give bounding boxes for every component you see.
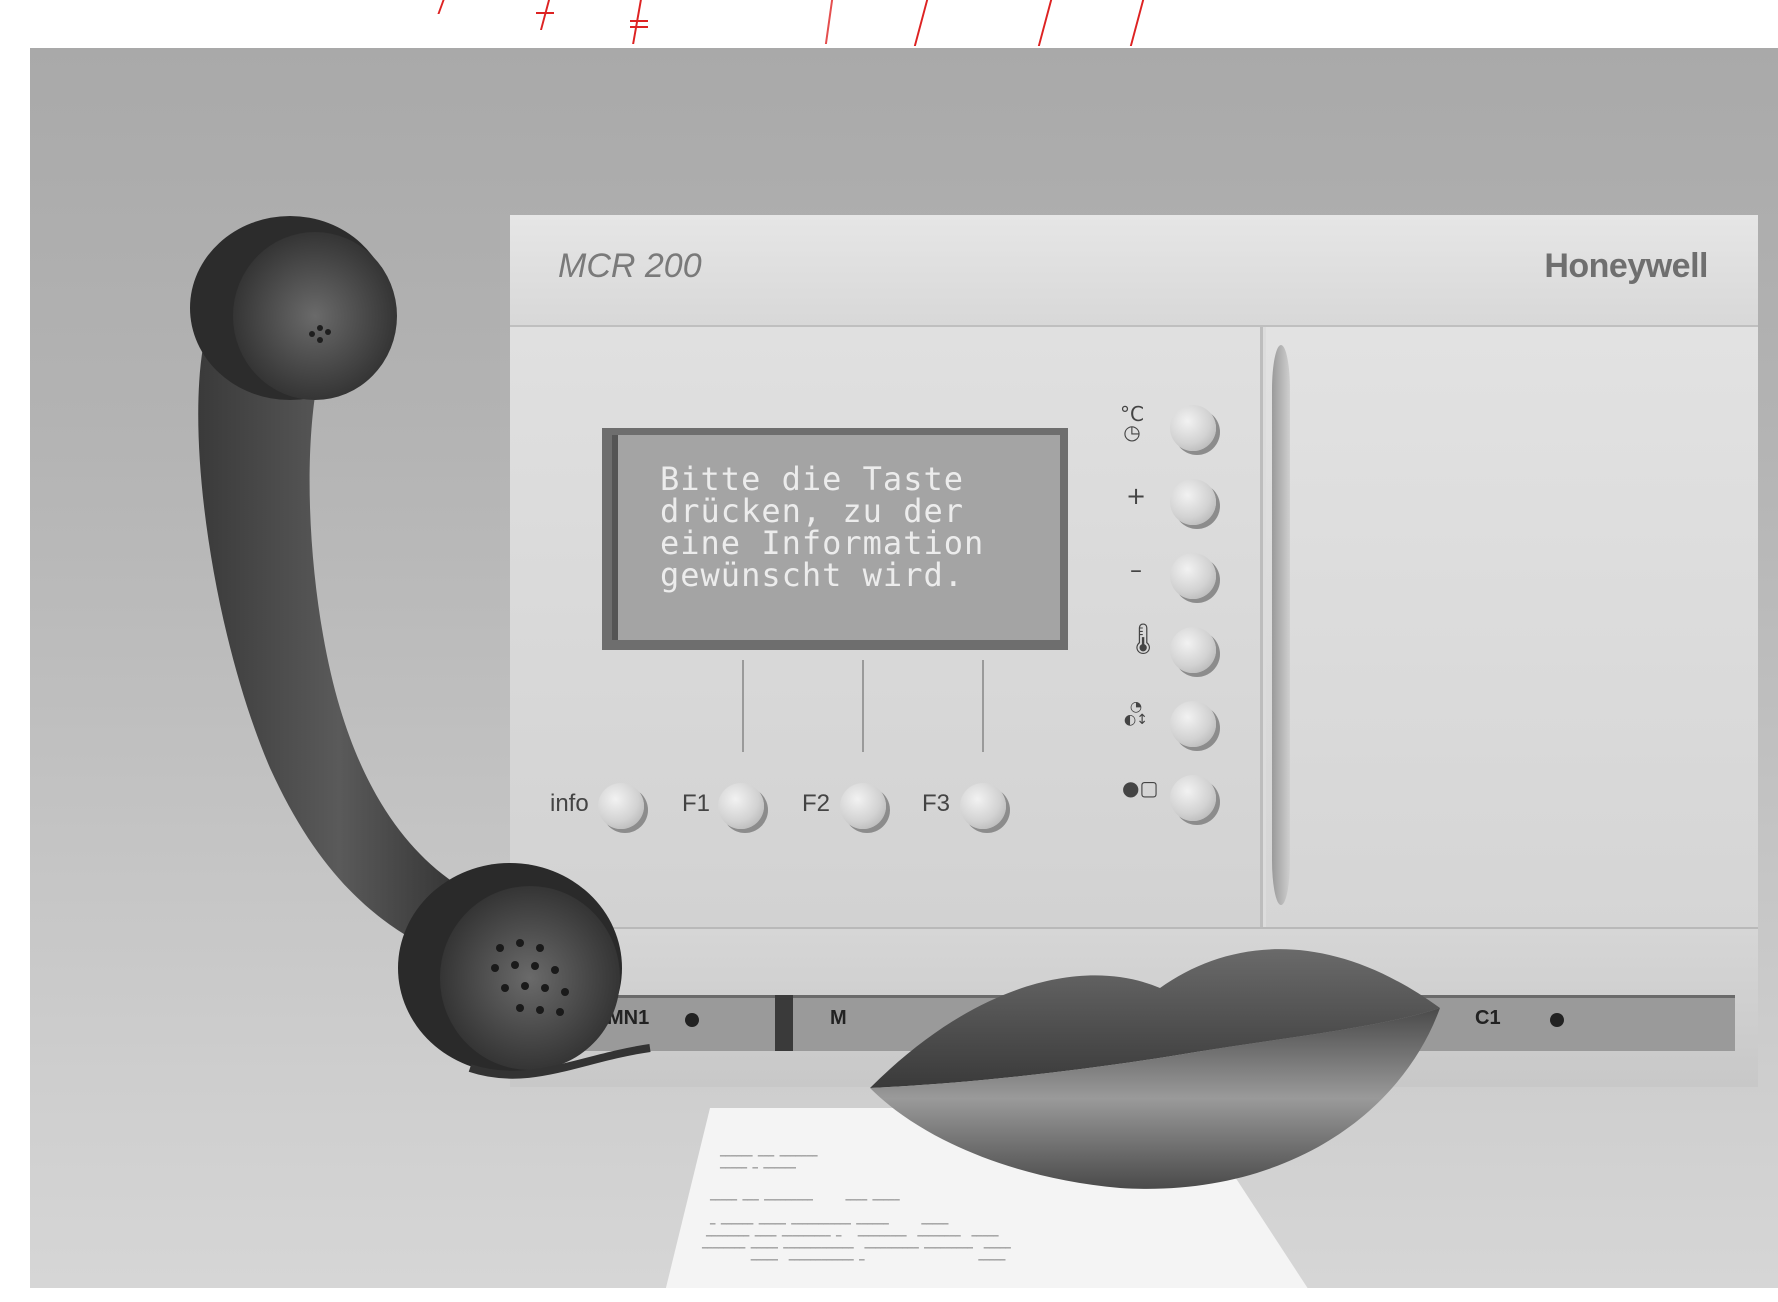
red-tick [824, 0, 834, 44]
plus-button[interactable] [1170, 479, 1216, 525]
printout-scribble: ────── ─── ─────── [720, 1152, 818, 1162]
lcd-line: drücken, zu der [660, 492, 964, 530]
device-header: MCR 200 Honeywell [510, 215, 1758, 327]
red-tick [536, 12, 554, 14]
lcd-text: Bitte die Taste drücken, zu der eine Inf… [660, 463, 1040, 591]
printout-scribble: ──────── ───── ───────────── ────────── … [702, 1244, 1011, 1254]
module-label-middle: M [830, 1007, 847, 1029]
red-tick [630, 20, 648, 22]
door-handle [1272, 345, 1290, 905]
cover-door [1266, 327, 1758, 927]
plus-label: + [1125, 482, 1147, 510]
f2-label: F2 [802, 790, 831, 817]
telephone-handset-image [190, 216, 651, 1079]
program-icon: ●▢ [1122, 776, 1159, 800]
mode-button[interactable] [1170, 701, 1216, 747]
printout-scribble: ───── ─ ────── [720, 1164, 796, 1174]
f1-label: F1 [682, 790, 711, 817]
red-tick [539, 0, 551, 30]
brand-logo: Honeywell [1544, 247, 1708, 285]
softkey-divider [742, 660, 744, 752]
thermometer-icon: 🌡 [1124, 622, 1163, 657]
f3-label: F3 [922, 790, 951, 817]
module-separator [775, 995, 793, 1051]
minus-button[interactable] [1170, 553, 1216, 599]
temperature-button[interactable] [1170, 627, 1216, 673]
lcd-line: eine Information [660, 524, 985, 562]
softkey-divider [862, 660, 864, 752]
product-photo: MCR 200 Honeywell Bitte die Taste drücke… [30, 48, 1778, 1288]
celsius-label: °C [1120, 402, 1144, 426]
f3-button[interactable] [960, 783, 1006, 829]
red-tick [437, 0, 445, 14]
lcd-line: Bitte die Taste [660, 460, 964, 498]
red-tick [632, 0, 642, 44]
red-tick [630, 26, 648, 28]
celsius-clock-icon: °C ◷ [1120, 402, 1144, 444]
lcd-line: gewünscht wird. [660, 556, 964, 594]
program-button[interactable] [1170, 775, 1216, 821]
red-tick [1129, 0, 1145, 46]
red-tick [913, 0, 929, 46]
printout-scribble: ─ ────── ───── ─────────── ────── ───── [710, 1220, 949, 1230]
printout-scribble: ──────── ──── ───────── ─ ───────── ────… [706, 1232, 999, 1242]
module-led [1550, 1013, 1564, 1027]
red-tick [1037, 0, 1053, 46]
f2-button[interactable] [840, 783, 886, 829]
bottom-margin [0, 1288, 1778, 1302]
minus-label: – [1130, 556, 1142, 584]
lips-image [870, 949, 1440, 1189]
printout-scribble: ───── ──────────── ─ ───── [702, 1256, 1006, 1266]
mode-switch-icon: ◔ ◐↕ [1124, 699, 1148, 728]
temp-time-button[interactable] [1170, 405, 1216, 451]
f1-button[interactable] [718, 783, 764, 829]
softkey-divider [982, 660, 984, 752]
module-led [685, 1013, 699, 1027]
top-margin [0, 0, 1778, 48]
left-margin [0, 48, 30, 1302]
